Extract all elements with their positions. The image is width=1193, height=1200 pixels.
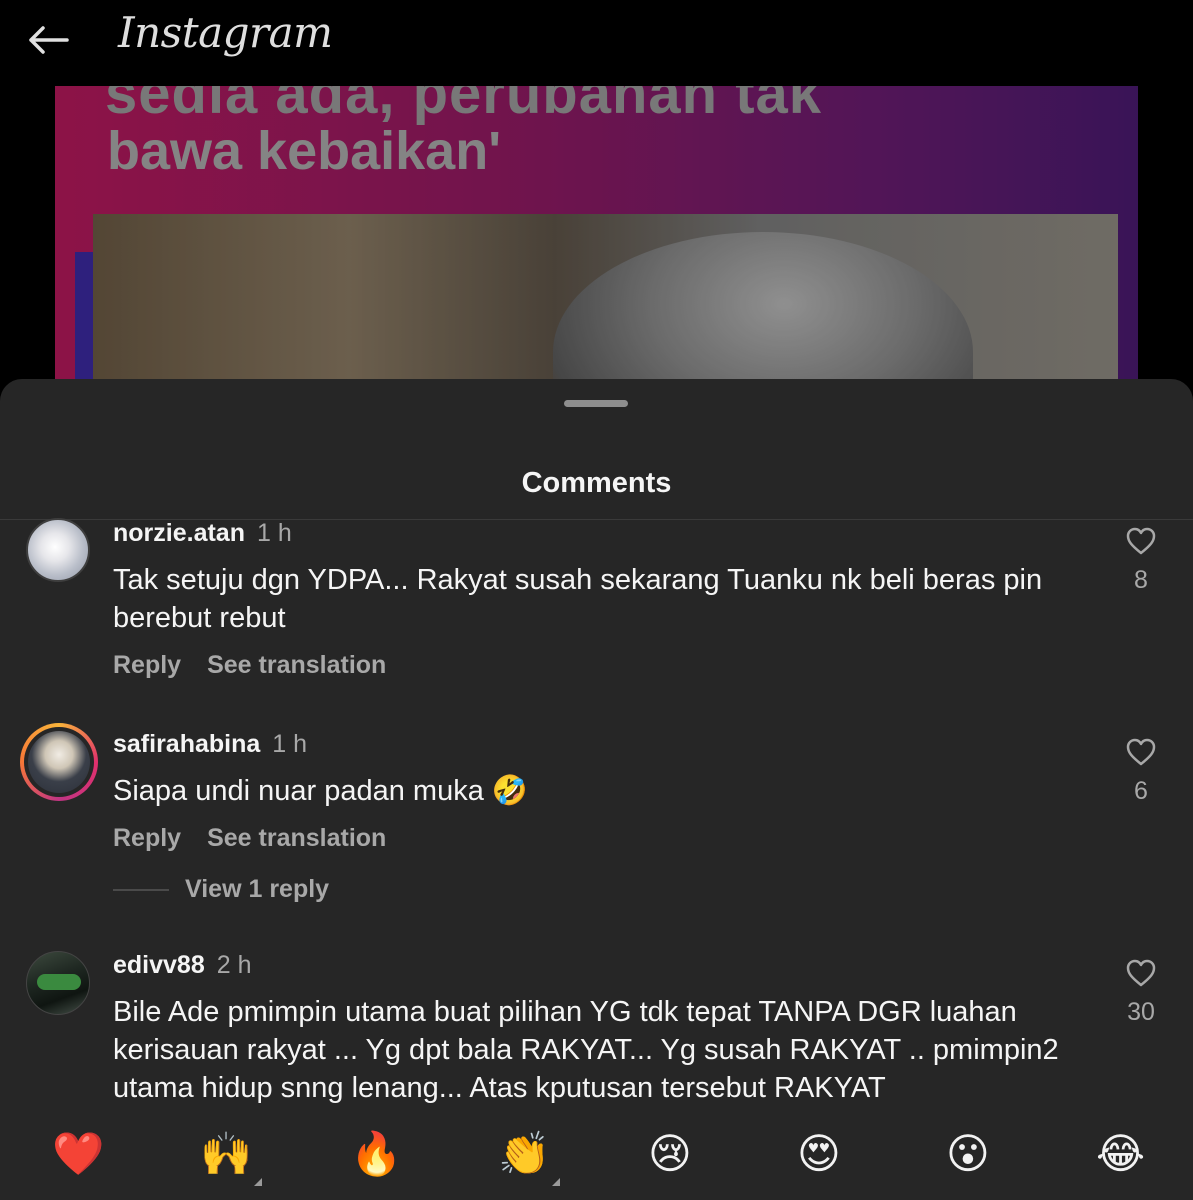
avatar[interactable]	[26, 518, 90, 582]
see-translation-button[interactable]: See translation	[207, 651, 386, 679]
skin-tone-indicator	[552, 1178, 561, 1186]
red-heart-emoji[interactable]: ❤️	[52, 1130, 104, 1178]
like-button[interactable]: 8	[1116, 527, 1166, 595]
avatar-story-ring[interactable]	[20, 723, 98, 801]
app-bar: Instagram	[0, 0, 1193, 86]
emoji-reaction-bar: ❤️ 🙌 🔥 👏 😢 😍 😮 😂	[0, 1112, 1193, 1200]
comment-username[interactable]: edivv88	[113, 951, 205, 979]
like-button[interactable]: 30	[1116, 959, 1166, 1027]
crying-face-emoji[interactable]: 😢	[648, 1130, 692, 1178]
sheet-title: Comments	[521, 467, 672, 499]
raising-hands-emoji[interactable]: 🙌	[200, 1130, 263, 1186]
comment-username[interactable]: norzie.atan	[113, 519, 245, 547]
reply-button[interactable]: Reply	[113, 824, 181, 852]
heart-eyes-emoji[interactable]: 😍	[797, 1130, 841, 1178]
like-count: 30	[1127, 998, 1155, 1026]
heart-outline-icon	[1126, 527, 1156, 555]
comment-time: 1 h	[256, 519, 292, 547]
comment-text: Bile Ade pmimpin utama buat pilihan YG t…	[113, 996, 1059, 1104]
comment-text: Tak setuju dgn YDPA... Rakyat susah seka…	[113, 564, 1043, 634]
view-replies-label: View 1 reply	[185, 875, 330, 903]
replies-line	[113, 889, 169, 892]
avatar	[28, 731, 90, 793]
heart-outline-icon	[1126, 738, 1156, 766]
surprised-face-emoji[interactable]: 😮	[946, 1130, 990, 1178]
app-logo: Instagram	[118, 8, 333, 57]
fire-emoji[interactable]: 🔥	[350, 1130, 402, 1178]
comment-text: Siapa undi nuar padan muka 🤣	[113, 775, 528, 807]
tears-of-joy-emoji[interactable]: 😂	[1096, 1130, 1145, 1178]
avatar-motorbike	[37, 974, 81, 990]
comment-meta: safirahabina 1 h	[113, 730, 307, 759]
see-translation-button[interactable]: See translation	[207, 824, 386, 852]
back-arrow-icon	[29, 26, 69, 54]
clapping-hands-emoji[interactable]: 👏	[498, 1130, 561, 1186]
comment-actions: Reply See translation	[113, 824, 386, 853]
comment-time: 2 h	[216, 951, 252, 979]
skin-tone-indicator	[254, 1178, 263, 1186]
sheet-drag-handle[interactable]	[564, 400, 628, 407]
like-count: 6	[1134, 777, 1148, 805]
view-replies-button[interactable]: View 1 reply	[113, 875, 329, 904]
post-image: sedia ada, perubahan tak bawa kebaikan'	[55, 86, 1138, 386]
back-button[interactable]	[22, 18, 74, 62]
avatar[interactable]	[26, 951, 90, 1015]
comment-meta: norzie.atan 1 h	[113, 519, 292, 548]
comment-meta: edivv88 2 h	[113, 951, 252, 980]
comment-username[interactable]: safirahabina	[113, 730, 260, 758]
comments-sheet: Comments norzie.atan 1 h Tak setuju dgn Y…	[0, 379, 1193, 1200]
comment-actions: Reply See translation	[113, 651, 386, 680]
like-count: 8	[1134, 566, 1148, 594]
comment-time: 1 h	[272, 730, 308, 758]
like-button[interactable]: 6	[1116, 738, 1166, 806]
reply-button[interactable]: Reply	[113, 651, 181, 679]
screen: Instagram sedia ada, perubahan tak bawa …	[0, 0, 1193, 1200]
heart-outline-icon	[1126, 959, 1156, 987]
post-dim-overlay	[55, 86, 1138, 386]
